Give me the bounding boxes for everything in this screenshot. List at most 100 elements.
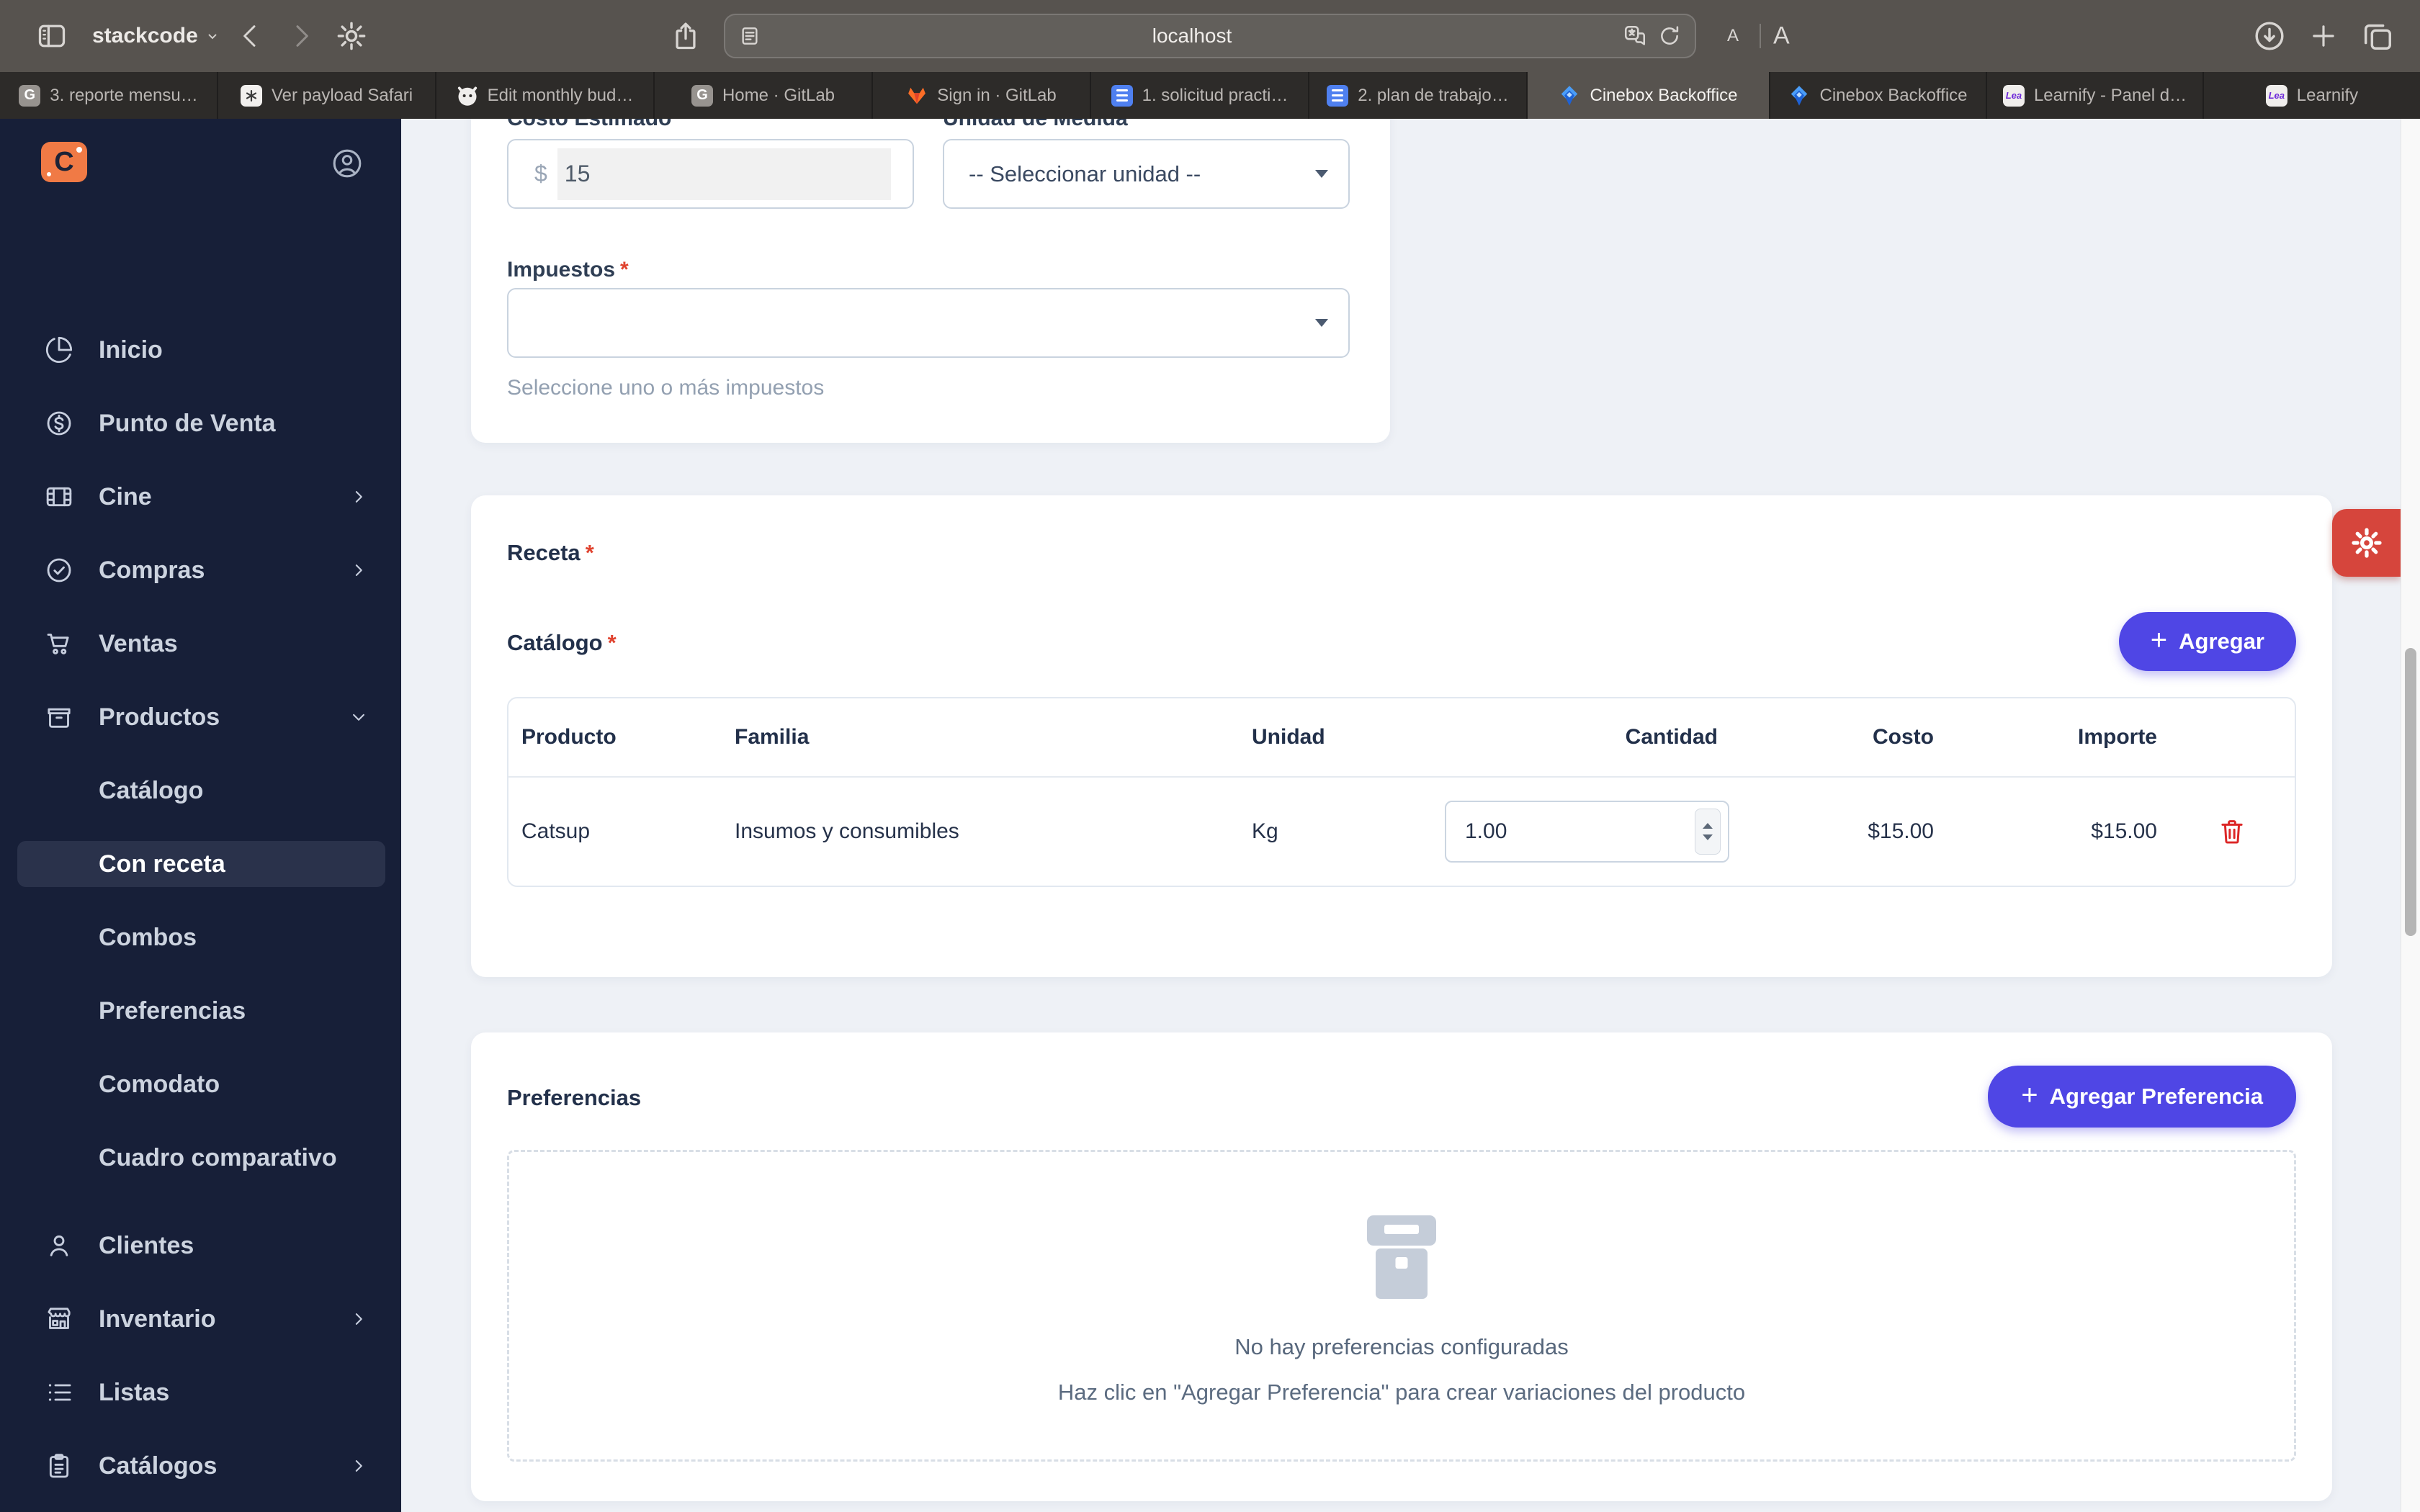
cart-icon: [45, 629, 73, 658]
check-circle-icon: [45, 556, 73, 585]
learnify-icon: Lea: [2002, 84, 2025, 107]
tab-solicitud[interactable]: 1. solicitud practi…: [1091, 72, 1309, 119]
decrease-text-size-button[interactable]: A: [1727, 26, 1739, 46]
tab-cinebox[interactable]: Cinebox Backoffice: [1770, 72, 1987, 119]
chevron-right-icon: [348, 559, 369, 581]
tab-learnify-panel[interactable]: Lea Learnify - Panel d…: [1987, 72, 2204, 119]
profile-menu[interactable]: stackcode: [92, 24, 220, 48]
chevron-right-icon: [348, 1455, 369, 1477]
col-producto: Producto: [521, 725, 617, 749]
reload-icon[interactable]: [1657, 24, 1682, 48]
sidebar-nav: Inicio Punto de Venta Cine Compras Venta…: [0, 313, 401, 1503]
product-form-card: Costo Estimado* $ 15 Unidad de Medida* -…: [471, 119, 1390, 443]
increase-text-size-button[interactable]: A: [1773, 22, 1790, 50]
translate-icon[interactable]: [1623, 24, 1647, 48]
col-importe: Importe: [2077, 725, 2157, 749]
required-asterisk: *: [607, 630, 617, 655]
downloads-icon[interactable]: [2253, 19, 2286, 53]
tab-edit-budget[interactable]: Edit monthly bud…: [436, 72, 655, 119]
tax-helper-text: Seleccione uno o más impuestos: [507, 376, 825, 400]
unit-select[interactable]: -- Seleccionar unidad --: [943, 139, 1350, 209]
g-badge-icon: G: [691, 84, 713, 107]
archive-box-icon: [1367, 1215, 1436, 1299]
recipe-card: Receta * Catálogo * + Agregar Producto Fam…: [471, 495, 2332, 977]
box-icon: [45, 703, 73, 732]
sidebar-item-cuadro-comparativo[interactable]: Cuadro comparativo: [0, 1121, 401, 1194]
text-size-divider: [1760, 24, 1761, 48]
tax-label: Impuestos *: [507, 258, 629, 282]
row-unidad: Kg: [1252, 819, 1278, 843]
chevron-right-icon: [348, 1308, 369, 1330]
tax-multiselect[interactable]: [507, 288, 1350, 358]
add-recipe-item-button[interactable]: + Agregar: [2118, 612, 2296, 671]
col-costo: Costo: [1873, 725, 1934, 749]
settings-fab[interactable]: [2332, 509, 2401, 577]
recipe-table-row: Catsup Insumos y consumibles Kg 1.00 $15…: [508, 778, 2295, 886]
sidebar-item-punto-de-venta[interactable]: Punto de Venta: [0, 387, 401, 460]
tab-cinebox-active[interactable]: Cinebox Backoffice: [1528, 72, 1770, 119]
sidebar-item-cine[interactable]: Cine: [0, 460, 401, 534]
page-settings-icon[interactable]: [738, 24, 761, 48]
add-preference-button[interactable]: + Agregar Preferencia: [1988, 1066, 2296, 1128]
required-asterisk: *: [620, 258, 629, 282]
quantity-stepper[interactable]: 1.00: [1445, 801, 1729, 863]
share-icon[interactable]: [670, 18, 702, 54]
chevron-down-icon: [348, 706, 369, 728]
github-icon: [457, 85, 478, 107]
tab-overview-icon[interactable]: [2361, 19, 2394, 53]
address-bar[interactable]: localhost: [724, 14, 1696, 58]
dollar-circle-icon: [45, 409, 73, 438]
sidebar-item-productos[interactable]: Productos: [0, 680, 401, 754]
tab-ver-payload[interactable]: Ver payload Safari: [218, 72, 436, 119]
sidebar-item-listas[interactable]: Listas: [0, 1356, 401, 1429]
trash-icon: [2220, 820, 2243, 844]
stepper-arrows[interactable]: [1695, 809, 1721, 855]
unit-select-value: -- Seleccionar unidad --: [969, 161, 1201, 186]
tab-reporte[interactable]: G 3. reporte mensu…: [0, 72, 218, 119]
sidebar-item-comodato[interactable]: Comodato: [0, 1048, 401, 1121]
sidebar-item-catalogo[interactable]: Catálogo: [0, 754, 401, 827]
row-familia: Insumos y consumibles: [735, 819, 959, 843]
forward-button[interactable]: [287, 22, 315, 50]
cost-value: 15: [557, 148, 891, 200]
empty-title: No hay preferencias configuradas: [1234, 1334, 1569, 1359]
col-familia: Familia: [735, 725, 810, 749]
scrollbar[interactable]: [2401, 119, 2420, 1512]
tab-home-gitlab[interactable]: G Home · GitLab: [655, 72, 873, 119]
sidebar-item-preferencias[interactable]: Preferencias: [0, 974, 401, 1048]
gear-icon: [2351, 528, 2382, 558]
sidebar-toggle-icon[interactable]: [32, 20, 71, 52]
list-icon: [45, 1378, 73, 1407]
sidebar-item-inventario[interactable]: Inventario: [0, 1282, 401, 1356]
back-button[interactable]: [236, 22, 265, 50]
sidebar-item-clientes[interactable]: Clientes: [0, 1209, 401, 1282]
sidebar-item-combos[interactable]: Combos: [0, 901, 401, 974]
col-unidad: Unidad: [1252, 725, 1325, 749]
settings-gear-icon[interactable]: [335, 19, 368, 53]
sidebar-item-inicio[interactable]: Inicio: [0, 313, 401, 387]
sidebar-item-con-receta[interactable]: Con receta: [17, 841, 385, 887]
recipe-table: Producto Familia Unidad Cantidad Costo I…: [507, 697, 2296, 887]
sidebar-item-ventas[interactable]: Ventas: [0, 607, 401, 680]
scrollbar-thumb[interactable]: [2405, 648, 2416, 936]
person-icon: [45, 1231, 73, 1260]
tab-strip: G 3. reporte mensu… Ver payload Safari E…: [0, 72, 2420, 119]
new-tab-icon[interactable]: [2308, 21, 2339, 51]
row-producto: Catsup: [521, 819, 591, 843]
tab-learnify[interactable]: Lea Learnify: [2204, 72, 2420, 119]
g-badge-icon: G: [19, 84, 41, 107]
preferences-empty-state: No hay preferencias configuradas Haz cli…: [507, 1150, 2296, 1462]
unit-label: Unidad de Medida*: [943, 119, 1141, 131]
cinebox-logo[interactable]: C: [41, 142, 87, 182]
profile-label: stackcode: [92, 24, 198, 48]
delete-row-button[interactable]: [2169, 815, 2295, 848]
learnify-icon: Lea: [2265, 84, 2287, 107]
required-asterisk: *: [676, 119, 685, 130]
sidebar-item-compras[interactable]: Compras: [0, 534, 401, 607]
tab-signin-gitlab[interactable]: Sign in · GitLab: [873, 72, 1091, 119]
account-icon[interactable]: [331, 147, 364, 180]
cost-input[interactable]: $ 15: [507, 139, 914, 209]
url-text: localhost: [1152, 24, 1232, 47]
sidebar-item-catalogos[interactable]: Catálogos: [0, 1429, 401, 1503]
tab-plan-trabajo[interactable]: 2. plan de trabajo…: [1309, 72, 1528, 119]
